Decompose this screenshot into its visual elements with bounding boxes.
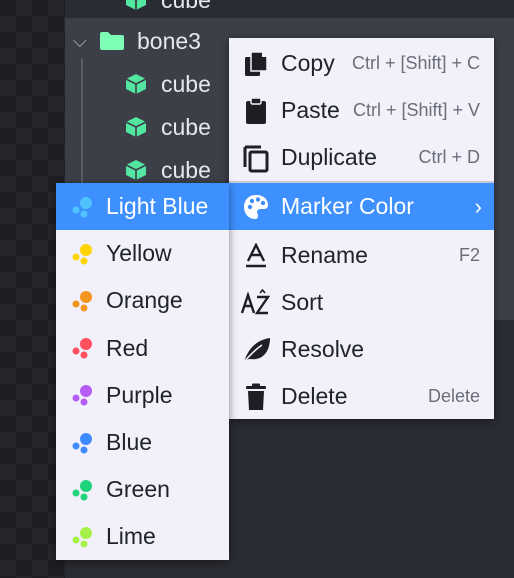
- menu-item-label: Copy: [281, 50, 335, 76]
- color-dots-icon: [68, 194, 98, 220]
- menu-item-label: Marker Color: [281, 193, 414, 219]
- sort-icon: [237, 288, 275, 317]
- rename-icon: [237, 242, 275, 269]
- outliner-cube-row[interactable]: cube: [125, 64, 211, 104]
- marker-color-label: Purple: [106, 381, 173, 408]
- color-dots-icon: [68, 382, 98, 408]
- menu-item-label: Rename: [281, 242, 368, 268]
- color-dots-icon: [68, 335, 98, 361]
- menu-item-copy[interactable]: Copy Ctrl + [Shift] + C: [229, 40, 494, 87]
- marker-color-label: Green: [106, 476, 170, 503]
- cube-icon: [125, 160, 147, 180]
- color-dots-icon: [68, 288, 98, 314]
- menu-shortcut: F2: [458, 245, 480, 265]
- menu-item-delete[interactable]: Delete Delete: [229, 373, 494, 420]
- cube-icon: [125, 117, 147, 137]
- folder-icon: [100, 32, 124, 50]
- menu-item-label: Paste: [281, 97, 340, 123]
- menu-item-label: Resolve: [281, 336, 365, 362]
- trash-icon: [237, 383, 275, 411]
- menu-item-duplicate[interactable]: Duplicate Ctrl + D: [229, 134, 494, 181]
- menu-item-marker-color[interactable]: Marker Color ›: [229, 183, 494, 230]
- outliner-item-label: cube: [161, 113, 211, 140]
- chevron-right-icon: ›: [474, 193, 482, 219]
- cube-icon: [125, 74, 147, 94]
- marker-color-item-lime[interactable]: Lime: [56, 513, 229, 560]
- menu-item-paste[interactable]: Paste Ctrl + [Shift] + V: [229, 87, 494, 134]
- marker-color-item-blue[interactable]: Blue: [56, 419, 229, 466]
- menu-item-label: Duplicate: [281, 144, 377, 170]
- palette-icon: [237, 193, 275, 221]
- outliner-cube-row-top[interactable]: cube: [125, 0, 211, 20]
- menu-shortcut: Delete: [427, 386, 480, 406]
- marker-color-item-purple[interactable]: Purple: [56, 372, 229, 419]
- marker-color-label: Lime: [106, 523, 156, 550]
- duplicate-icon: [237, 143, 275, 173]
- marker-color-item-yellow[interactable]: Yellow: [56, 230, 229, 277]
- marker-color-item-red[interactable]: Red: [56, 325, 229, 372]
- menu-item-rename[interactable]: Rename F2: [229, 232, 494, 279]
- outliner-item-label: cube: [161, 0, 211, 14]
- copy-icon: [237, 50, 275, 78]
- outliner-group-label: bone3: [137, 27, 201, 54]
- marker-color-label: Red: [106, 334, 149, 361]
- marker-color-label: Blue: [106, 429, 153, 455]
- marker-color-label: Yellow: [106, 240, 172, 267]
- marker-color-item-light-blue[interactable]: Light Blue: [56, 183, 229, 230]
- menu-shortcut: Ctrl + [Shift] + C: [351, 53, 480, 73]
- menu-shortcut: Ctrl + D: [418, 147, 480, 167]
- menu-item-sort[interactable]: Sort: [229, 279, 494, 326]
- menu-item-label: Sort: [281, 289, 324, 315]
- outliner-group-row[interactable]: ⌵ bone3: [73, 21, 201, 61]
- outliner-item-label: cube: [161, 156, 211, 183]
- color-dots-icon: [68, 241, 98, 267]
- cube-icon: [126, 0, 146, 10]
- marker-color-item-green[interactable]: Green: [56, 466, 229, 513]
- marker-color-label: Light Blue: [106, 193, 209, 219]
- outliner-cube-row[interactable]: cube: [125, 107, 211, 147]
- menu-item-resolve[interactable]: Resolve: [229, 326, 494, 373]
- leaf-icon: [237, 335, 275, 365]
- tree-indent-line: [81, 58, 83, 183]
- color-dots-icon: [68, 524, 98, 550]
- context-menu: Copy Ctrl + [Shift] + C Paste Ctrl + [Sh…: [229, 38, 494, 419]
- marker-color-label: Orange: [106, 287, 183, 314]
- outliner-item-label: cube: [161, 70, 211, 97]
- color-dots-icon: [68, 477, 98, 503]
- menu-shortcut: Ctrl + [Shift] + V: [352, 100, 480, 120]
- color-dots-icon: [68, 430, 98, 456]
- paste-icon: [237, 96, 275, 125]
- menu-item-label: Delete: [281, 383, 348, 409]
- marker-color-submenu: Light Blue Yellow Orange Red Purple Blue Green…: [56, 183, 229, 560]
- marker-color-item-orange[interactable]: Orange: [56, 277, 229, 324]
- chevron-down-icon[interactable]: ⌵: [73, 31, 99, 52]
